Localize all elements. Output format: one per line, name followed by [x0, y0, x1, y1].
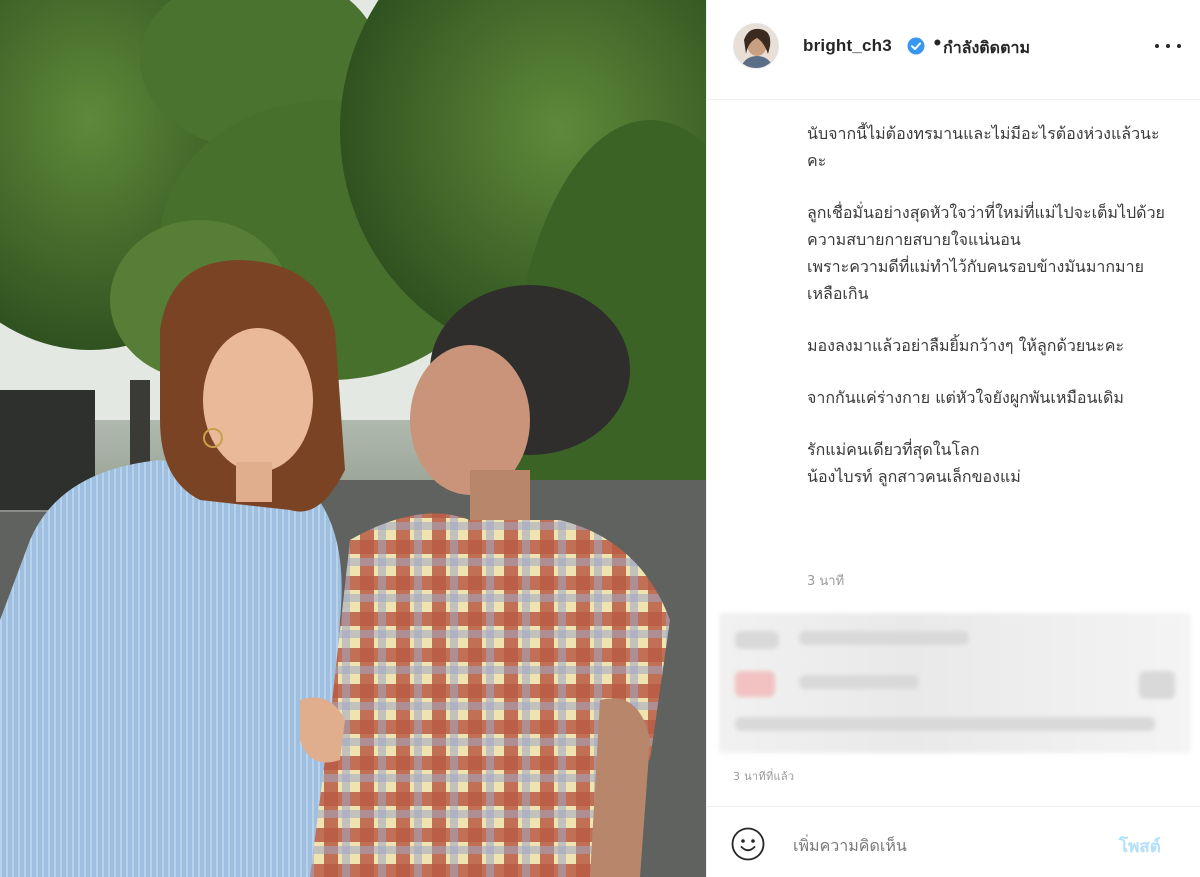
more-options-icon[interactable] [1155, 36, 1181, 56]
emoji-icon[interactable] [731, 827, 765, 861]
follow-status-button[interactable]: กำลังติดตาม [943, 36, 1030, 61]
caption-paragraph: จากกันแค่ร่างกาย แต่หัวใจยังผูกพันเหมือน… [807, 388, 1124, 407]
comment-bar: โพสต์ [707, 806, 1200, 877]
blurred-actions-area [719, 613, 1191, 753]
caption-paragraph: ลูกเชื่อมั่นอย่างสุดหัวใจว่าที่ใหม่ที่แม… [807, 203, 1165, 303]
caption-paragraph: มองลงมาแล้วอย่าลืมยิ้มกว้างๆ ให้ลูกด้วยน… [807, 336, 1125, 355]
post-comment-button[interactable]: โพสต์ [1119, 833, 1161, 860]
post-timestamp: 3 นาทีที่แล้ว [733, 770, 795, 783]
photo-illustration [0, 0, 706, 877]
comment-input[interactable] [791, 829, 1105, 861]
post-header: bright_ch3 • กำลังติดตาม [707, 0, 1200, 100]
caption-paragraph: นับจากนี้ไม่ต้องทรมานและไม่มีอะไรต้องห่ว… [807, 124, 1160, 170]
post-caption: นับจากนี้ไม่ต้องทรมานและไม่มีอะไรต้องห่ว… [807, 120, 1177, 515]
post-photo[interactable] [0, 0, 706, 877]
caption-time: 3 นาที [807, 574, 845, 589]
username[interactable]: bright_ch3 [803, 36, 892, 56]
post-side-panel: bright_ch3 • กำลังติดตาม นับจากนี้ไม่ต้อ… [706, 0, 1200, 877]
caption-paragraph: รักแม่คนเดียวที่สุดในโลก น้องไบรท์ ลูกสา… [807, 440, 1021, 486]
avatar-image [734, 24, 778, 68]
separator-dot: • [932, 34, 943, 54]
verified-badge-icon [907, 37, 925, 55]
avatar[interactable] [733, 23, 779, 69]
